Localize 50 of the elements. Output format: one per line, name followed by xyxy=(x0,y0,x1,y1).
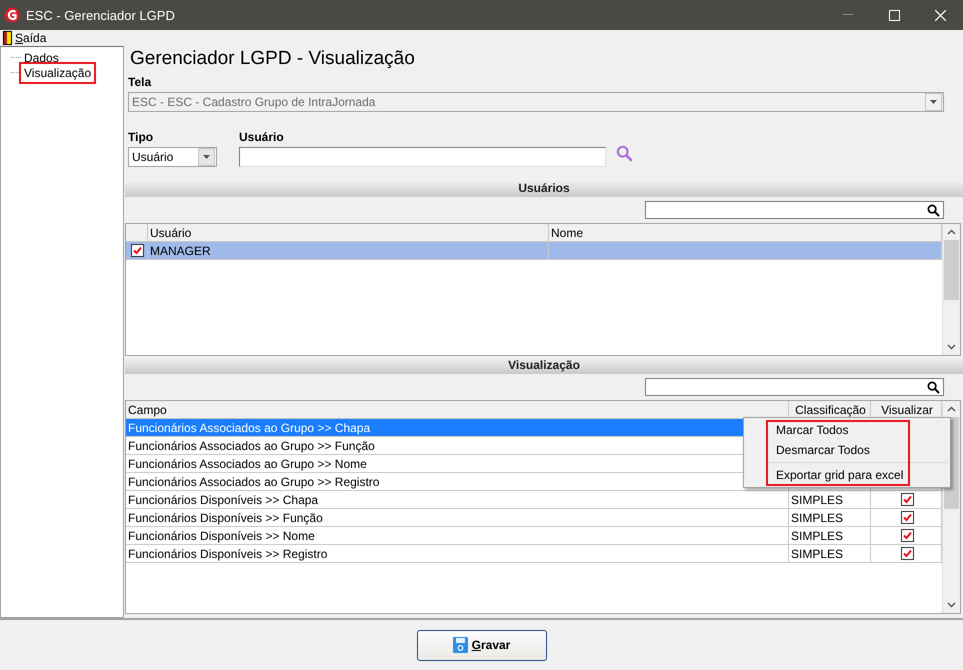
section-header: Visualização xyxy=(125,356,963,374)
checkbox[interactable] xyxy=(900,529,914,542)
table-cell: SIMPLES xyxy=(789,527,871,544)
search-icon[interactable] xyxy=(927,380,940,394)
user-input-field[interactable] xyxy=(239,147,606,167)
column-header[interactable]: Usuário xyxy=(148,224,549,241)
table-cell: Funcionários Disponíveis >> Registro xyxy=(126,545,789,562)
checkbox[interactable] xyxy=(900,493,914,506)
checkbox[interactable] xyxy=(900,511,914,524)
scroll-down-icon[interactable] xyxy=(947,344,956,350)
field-label: Tipo xyxy=(128,130,154,144)
maximize-icon[interactable] xyxy=(888,10,900,20)
page-heading: Gerenciador LGPD - Visualização xyxy=(129,47,416,71)
search-field[interactable] xyxy=(645,378,944,396)
table-row[interactable]: MANAGER xyxy=(126,242,942,260)
scrollbar[interactable] xyxy=(942,224,960,355)
search-icon[interactable] xyxy=(927,204,940,216)
table-cell: Funcionários Disponíveis >> Chapa xyxy=(126,491,789,508)
search-field[interactable] xyxy=(645,201,944,219)
column-header[interactable]: Nome xyxy=(549,224,942,241)
table-cell: SIMPLES xyxy=(789,545,871,562)
close-icon[interactable] xyxy=(934,10,946,20)
field-label: Tela xyxy=(128,75,152,89)
exit-door-icon xyxy=(3,31,12,45)
type-dropdown[interactable]: Usuário xyxy=(128,147,217,167)
scroll-up-icon[interactable] xyxy=(947,406,956,412)
table-cell: Funcionários Disponíveis >> Nome xyxy=(126,527,789,544)
window-title: ESC - Gerenciador LGPD xyxy=(26,8,176,22)
scroll-up-icon[interactable] xyxy=(947,229,956,235)
scroll-down-icon[interactable] xyxy=(947,602,956,608)
checkbox[interactable] xyxy=(131,244,144,257)
table-row[interactable]: Funcionários Disponíveis >> Função SIMPLES xyxy=(126,509,942,527)
table-row[interactable]: Funcionários Disponíveis >> Chapa SIMPLES xyxy=(126,491,942,509)
dropdown-arrow-icon xyxy=(930,100,937,104)
save-button[interactable]: Gravar xyxy=(416,630,546,660)
table-cell: MANAGER xyxy=(148,242,549,259)
table-cell: Funcionários Disponíveis >> Função xyxy=(126,509,789,526)
table-row[interactable]: Funcionários Disponíveis >> Registro SIMPLES xyxy=(126,545,942,563)
app-logo-icon xyxy=(4,7,20,23)
minimize-icon[interactable] xyxy=(843,14,853,16)
tree-item[interactable]: Dados xyxy=(23,50,60,64)
menu-item[interactable]: Saída xyxy=(15,31,46,45)
checkbox[interactable] xyxy=(900,547,914,560)
dropdown-arrow-icon xyxy=(203,155,210,159)
column-header[interactable]: Campo xyxy=(126,401,789,418)
field-label: Usuário xyxy=(239,130,285,144)
table-row[interactable]: Funcionários Disponíveis >> Nome SIMPLES xyxy=(126,527,942,545)
table-cell: SIMPLES xyxy=(789,509,871,526)
section-header: Usuários xyxy=(125,179,963,197)
table-cell: SIMPLES xyxy=(789,491,871,508)
